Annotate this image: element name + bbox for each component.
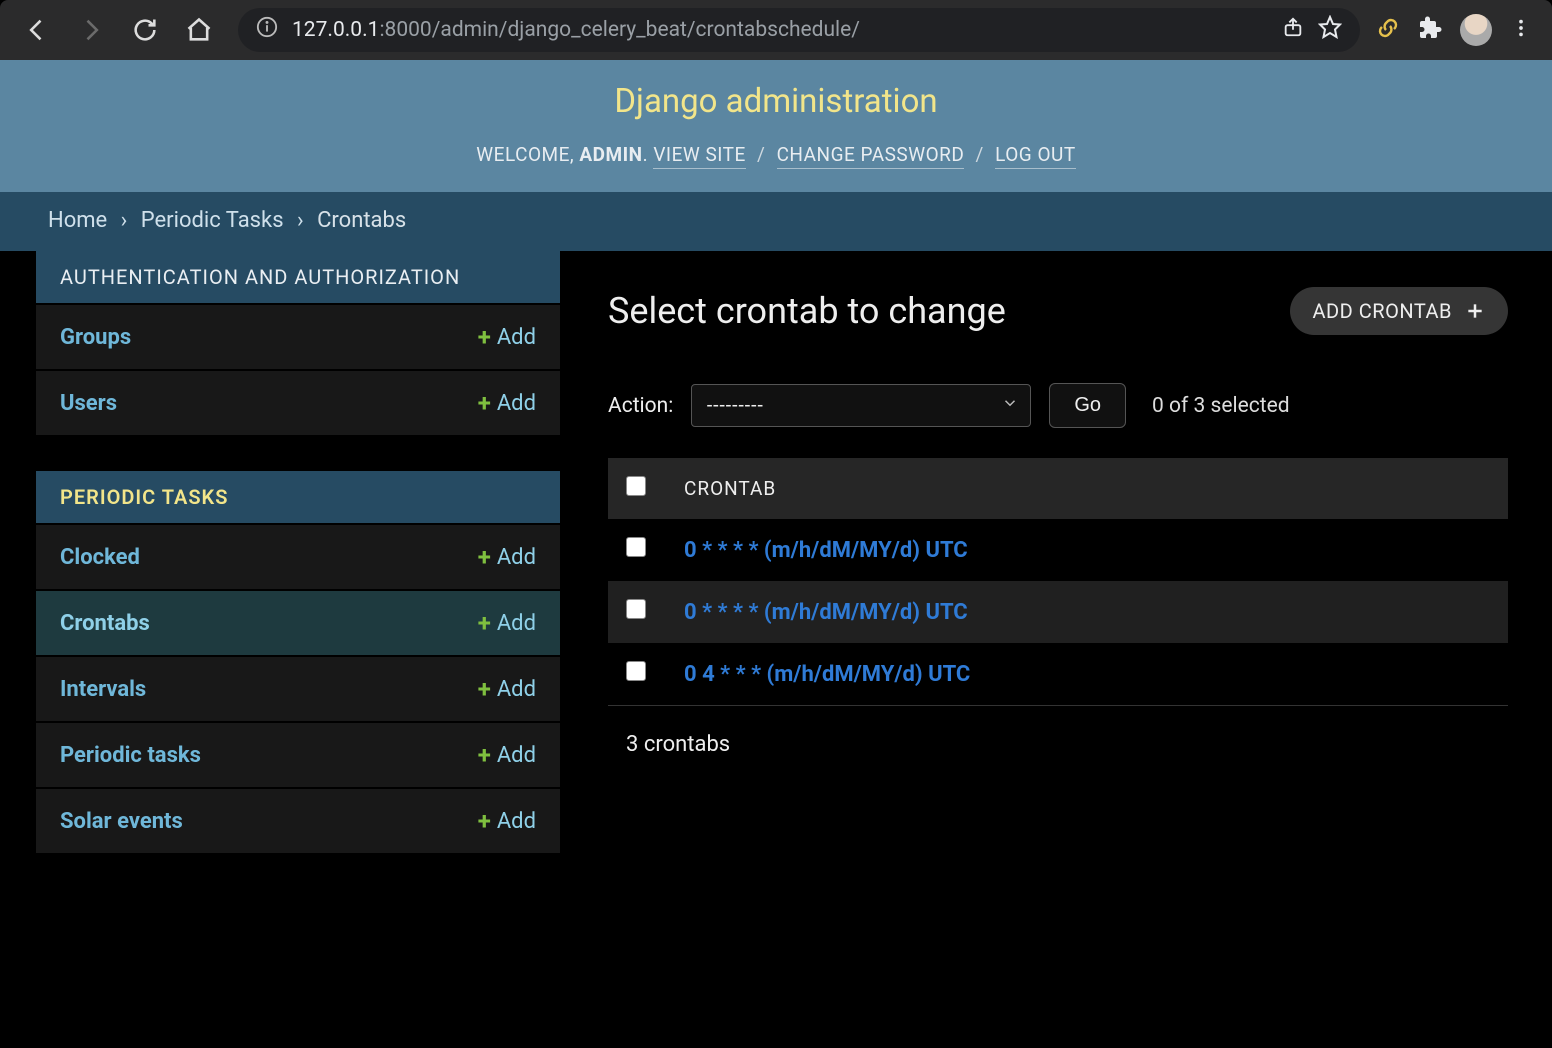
paginator: 3 crontabs	[608, 705, 1508, 757]
user-tools: WELCOME, ADMIN. VIEW SITE / CHANGE PASSW…	[0, 143, 1552, 166]
reload-button[interactable]	[122, 7, 168, 53]
share-icon[interactable]	[1282, 16, 1304, 44]
sidebar-item-groups: Groups +Add	[36, 303, 560, 369]
model-link-crontabs[interactable]: Crontabs	[60, 611, 150, 636]
star-icon[interactable]	[1318, 15, 1342, 45]
model-link-solar-events[interactable]: Solar events	[60, 809, 183, 834]
module-caption-periodic[interactable]: PERIODIC TASKS	[36, 471, 560, 523]
welcome-label: WELCOME,	[476, 143, 574, 166]
app-sidebar: AUTHENTICATION AND AUTHORIZATION Groups …	[0, 251, 560, 853]
sidebar-item-clocked: Clocked +Add	[36, 523, 560, 589]
sidebar-item-solar-events: Solar events +Add	[36, 787, 560, 853]
add-crontab-label: ADD CRONTAB	[1312, 299, 1452, 323]
breadcrumb-home[interactable]: Home	[48, 208, 107, 233]
add-users-link[interactable]: +Add	[478, 389, 536, 417]
add-label: Add	[497, 743, 536, 768]
add-label: Add	[497, 677, 536, 702]
module-auth: AUTHENTICATION AND AUTHORIZATION Groups …	[36, 251, 560, 435]
add-label: Add	[497, 325, 536, 350]
view-site-link[interactable]: VIEW SITE	[653, 143, 745, 169]
add-intervals-link[interactable]: +Add	[478, 675, 536, 703]
extension-link-icon[interactable]	[1376, 16, 1400, 44]
add-groups-link[interactable]: +Add	[478, 323, 536, 351]
model-link-groups[interactable]: Groups	[60, 325, 131, 350]
address-bar[interactable]: 127.0.0.1:8000/admin/django_celery_beat/…	[238, 8, 1360, 52]
add-label: Add	[497, 611, 536, 636]
selection-count: 0 of 3 selected	[1152, 394, 1290, 418]
crontab-link[interactable]: 0 4 * * * (m/h/dM/MY/d) UTC	[684, 662, 970, 687]
model-link-periodic-tasks[interactable]: Periodic tasks	[60, 743, 201, 768]
plus-icon: +	[478, 609, 491, 637]
select-all-checkbox[interactable]	[626, 476, 646, 496]
crontab-link[interactable]: 0 * * * * (m/h/dM/MY/d) UTC	[684, 600, 968, 625]
chevron-right-icon: ›	[121, 208, 128, 233]
add-clocked-link[interactable]: +Add	[478, 543, 536, 571]
browser-toolbar: 127.0.0.1:8000/admin/django_celery_beat/…	[0, 0, 1552, 60]
separator: /	[976, 143, 984, 166]
column-crontab[interactable]: CRONTAB	[666, 458, 1508, 519]
table-row: 0 * * * * (m/h/dM/MY/d) UTC	[608, 519, 1508, 581]
action-select[interactable]: ---------	[691, 384, 1031, 427]
row-checkbox[interactable]	[626, 599, 646, 619]
row-checkbox[interactable]	[626, 661, 646, 681]
plus-icon: +	[478, 807, 491, 835]
crontab-link[interactable]: 0 * * * * (m/h/dM/MY/d) UTC	[684, 538, 968, 563]
results-table: CRONTAB 0 * * * * (m/h/dM/MY/d) UTC 0 * …	[608, 458, 1508, 705]
back-button[interactable]	[14, 7, 60, 53]
profile-avatar[interactable]	[1460, 14, 1492, 46]
browser-action-icons	[1376, 14, 1538, 46]
sidebar-item-users: Users +Add	[36, 369, 560, 435]
kebab-menu-icon[interactable]	[1510, 17, 1532, 43]
breadcrumb-current: Crontabs	[317, 208, 406, 233]
forward-button[interactable]	[68, 7, 114, 53]
site-info-icon[interactable]	[256, 16, 278, 44]
url-text: 127.0.0.1:8000/admin/django_celery_beat/…	[292, 18, 1268, 42]
module-caption-auth[interactable]: AUTHENTICATION AND AUTHORIZATION	[36, 251, 560, 303]
plus-icon: +	[478, 543, 491, 571]
django-header: Django administration WELCOME, ADMIN. VI…	[0, 60, 1552, 192]
select-all-header	[608, 458, 666, 519]
content-area: Select crontab to change ADD CRONTAB Act…	[560, 251, 1552, 853]
add-crontabs-link[interactable]: +Add	[478, 609, 536, 637]
model-link-users[interactable]: Users	[60, 391, 117, 416]
url-host: 127.0.0.1	[292, 18, 379, 42]
table-row: 0 4 * * * (m/h/dM/MY/d) UTC	[608, 643, 1508, 705]
plus-icon	[1464, 300, 1486, 322]
add-label: Add	[497, 391, 536, 416]
row-checkbox[interactable]	[626, 537, 646, 557]
go-button[interactable]: Go	[1049, 383, 1126, 428]
extensions-icon[interactable]	[1418, 16, 1442, 44]
username: ADMIN	[579, 143, 642, 166]
plus-icon: +	[478, 741, 491, 769]
plus-icon: +	[478, 323, 491, 351]
breadcrumb: Home › Periodic Tasks › Crontabs	[0, 192, 1552, 251]
module-periodic-tasks: PERIODIC TASKS Clocked +Add Crontabs +Ad…	[36, 471, 560, 853]
sidebar-item-intervals: Intervals +Add	[36, 655, 560, 721]
sidebar-item-periodic-tasks: Periodic tasks +Add	[36, 721, 560, 787]
url-path: :8000/admin/django_celery_beat/crontabsc…	[379, 18, 860, 42]
add-periodic-tasks-link[interactable]: +Add	[478, 741, 536, 769]
model-link-intervals[interactable]: Intervals	[60, 677, 146, 702]
home-button[interactable]	[176, 7, 222, 53]
model-link-clocked[interactable]: Clocked	[60, 545, 140, 570]
add-crontab-button[interactable]: ADD CRONTAB	[1290, 287, 1508, 335]
add-solar-events-link[interactable]: +Add	[478, 807, 536, 835]
plus-icon: +	[478, 389, 491, 417]
log-out-link[interactable]: LOG OUT	[995, 143, 1076, 169]
change-password-link[interactable]: CHANGE PASSWORD	[777, 143, 965, 169]
add-label: Add	[497, 545, 536, 570]
breadcrumb-app[interactable]: Periodic Tasks	[141, 208, 284, 233]
add-label: Add	[497, 809, 536, 834]
separator: /	[757, 143, 765, 166]
actions-bar: Action: --------- Go 0 of 3 selected	[608, 383, 1508, 428]
chevron-right-icon: ›	[297, 208, 304, 233]
action-label: Action:	[608, 394, 673, 418]
content-header: Select crontab to change ADD CRONTAB	[608, 287, 1508, 335]
sidebar-item-crontabs: Crontabs +Add	[36, 589, 560, 655]
table-row: 0 * * * * (m/h/dM/MY/d) UTC	[608, 581, 1508, 643]
page-title: Select crontab to change	[608, 290, 1006, 332]
site-title[interactable]: Django administration	[0, 82, 1552, 121]
plus-icon: +	[478, 675, 491, 703]
action-select-wrap: ---------	[691, 384, 1031, 427]
